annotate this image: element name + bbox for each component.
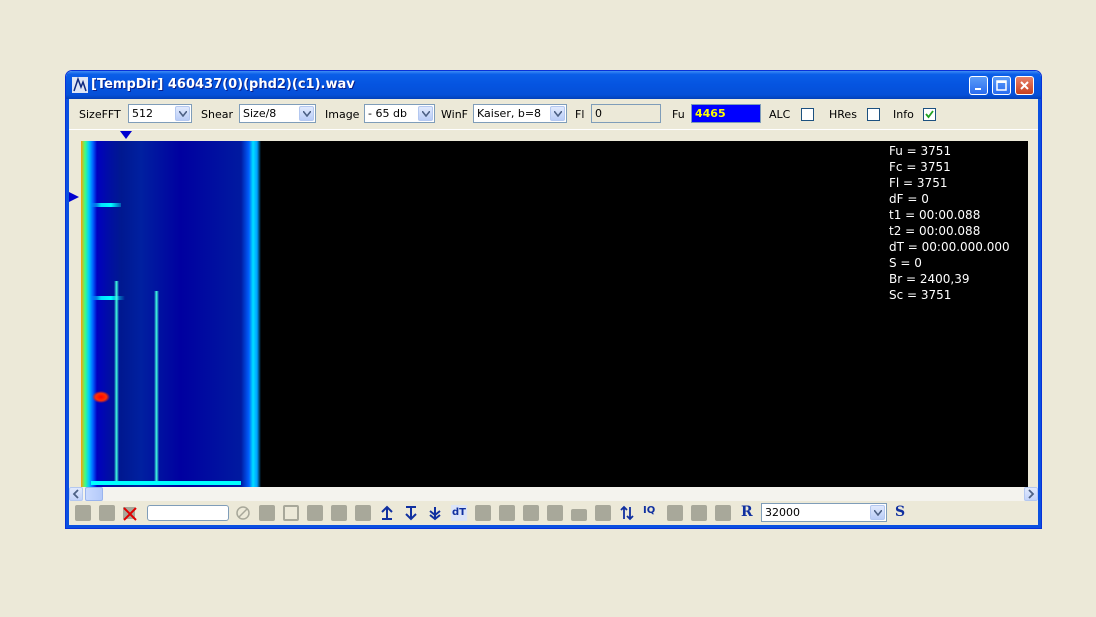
sizefft-select[interactable]: 512	[128, 104, 192, 123]
info-fc: Fc = 3751	[889, 160, 951, 174]
cancel-icon[interactable]	[235, 505, 251, 521]
tool-button-1[interactable]	[75, 505, 91, 521]
info-df: dF = 0	[889, 192, 929, 206]
alc-label: ALC	[769, 108, 791, 121]
sample-rate-select[interactable]: 32000	[761, 503, 887, 522]
arrow-up-down-icon[interactable]	[619, 505, 635, 521]
scroll-right-icon	[1028, 489, 1035, 499]
scroll-right-button[interactable]	[1024, 487, 1038, 501]
fu-field[interactable]: 4465	[691, 104, 761, 123]
maximize-button[interactable]	[992, 76, 1011, 95]
bottom-toolbar: dT IQ R 32000 S	[69, 501, 1038, 527]
progress-field	[147, 505, 229, 521]
info-fu: Fu = 3751	[889, 144, 952, 158]
tool-button-10[interactable]	[523, 505, 539, 521]
frequency-cursor-marker[interactable]	[69, 192, 79, 202]
hres-label: HRes	[829, 108, 857, 121]
tool-button-7[interactable]	[355, 505, 371, 521]
fu-label: Fu	[672, 108, 685, 121]
arrow-up-icon[interactable]	[379, 505, 395, 521]
winf-label: WinF	[441, 108, 468, 121]
title-bar[interactable]: [TempDir] 460437(0)(phd2)(c1).wav	[66, 71, 1041, 99]
info-label: Info	[893, 108, 914, 121]
fl-field[interactable]: 0	[591, 104, 661, 123]
arrow-double-down-icon[interactable]	[427, 505, 443, 521]
info-checkbox[interactable]	[923, 108, 936, 121]
tool-button-4[interactable]	[283, 505, 299, 521]
chevron-down-icon[interactable]	[550, 106, 565, 121]
info-t2: t2 = 00:00.088	[889, 224, 981, 238]
tool-button-5[interactable]	[307, 505, 323, 521]
sample-rate-value: 32000	[765, 506, 800, 519]
s-button[interactable]: S	[895, 504, 905, 520]
hres-checkbox[interactable]	[867, 108, 880, 121]
scroll-left-button[interactable]	[69, 487, 83, 501]
horizontal-scrollbar[interactable]	[69, 487, 1038, 501]
main-window: [TempDir] 460437(0)(phd2)(c1).wav SizeFF…	[65, 70, 1042, 529]
shear-select[interactable]: Size/8	[239, 104, 316, 123]
chevron-down-icon[interactable]	[175, 106, 190, 121]
scroll-left-icon	[72, 489, 79, 499]
tool-button-8[interactable]	[475, 505, 491, 521]
info-sc: Sc = 3751	[889, 288, 952, 302]
app-icon	[72, 77, 88, 93]
tool-button-11[interactable]	[547, 505, 563, 521]
chevron-down-icon[interactable]	[299, 106, 314, 121]
tool-button-13[interactable]	[595, 505, 611, 521]
close-button[interactable]	[1015, 76, 1034, 95]
fu-value: 4465	[695, 107, 726, 120]
tool-button-3[interactable]	[259, 505, 275, 521]
fl-value: 0	[595, 107, 602, 120]
info-br: Br = 2400,39	[889, 272, 970, 286]
info-t1: t1 = 00:00.088	[889, 208, 981, 222]
arrow-down-icon[interactable]	[403, 505, 419, 521]
tool-button-14[interactable]	[667, 505, 683, 521]
spectrogram-display[interactable]: Fu = 3751 Fc = 3751 Fl = 3751 dF = 0 t1 …	[81, 141, 1028, 487]
info-dt: dT = 00:00.000.000	[889, 240, 1010, 254]
checkmark-icon	[925, 110, 934, 119]
r-button[interactable]: R	[741, 504, 753, 520]
image-label: Image	[325, 108, 360, 121]
info-fl: Fl = 3751	[889, 176, 948, 190]
tool-button-16[interactable]	[715, 505, 731, 521]
image-value: - 65 db	[368, 107, 407, 120]
delete-icon[interactable]	[122, 505, 138, 521]
tool-button-9[interactable]	[499, 505, 515, 521]
tool-button-15[interactable]	[691, 505, 707, 521]
tool-button-6[interactable]	[331, 505, 347, 521]
dt-button[interactable]: dT	[451, 505, 467, 521]
winf-value: Kaiser, b=8	[477, 107, 542, 120]
sizefft-value: 512	[132, 107, 153, 120]
time-cursor-marker[interactable]	[120, 131, 132, 140]
scroll-thumb[interactable]	[85, 487, 103, 501]
sizefft-label: SizeFFT	[79, 108, 121, 121]
fl-label: Fl	[575, 108, 585, 121]
winf-select[interactable]: Kaiser, b=8	[473, 104, 567, 123]
minimize-button[interactable]	[969, 76, 988, 95]
window-title: [TempDir] 460437(0)(phd2)(c1).wav	[91, 77, 355, 92]
alc-checkbox[interactable]	[801, 108, 814, 121]
tool-button-12[interactable]	[571, 509, 587, 521]
minimize-icon	[975, 88, 981, 90]
image-select[interactable]: - 65 db	[364, 104, 435, 123]
shear-label: Shear	[201, 108, 233, 121]
tool-button-2[interactable]	[99, 505, 115, 521]
spectrogram-image	[81, 141, 261, 487]
info-s: S = 0	[889, 256, 922, 270]
iq-button[interactable]: IQ	[643, 505, 659, 521]
chevron-down-icon[interactable]	[418, 106, 433, 121]
toolbar: SizeFFT 512 Shear Size/8 Image - 65 db W…	[69, 99, 1038, 129]
info-panel: Fu = 3751 Fc = 3751 Fl = 3751 dF = 0 t1 …	[889, 143, 1010, 303]
shear-value: Size/8	[243, 107, 277, 120]
maximize-icon	[996, 80, 1007, 91]
close-icon	[1020, 81, 1029, 90]
chevron-down-icon[interactable]	[870, 505, 885, 520]
